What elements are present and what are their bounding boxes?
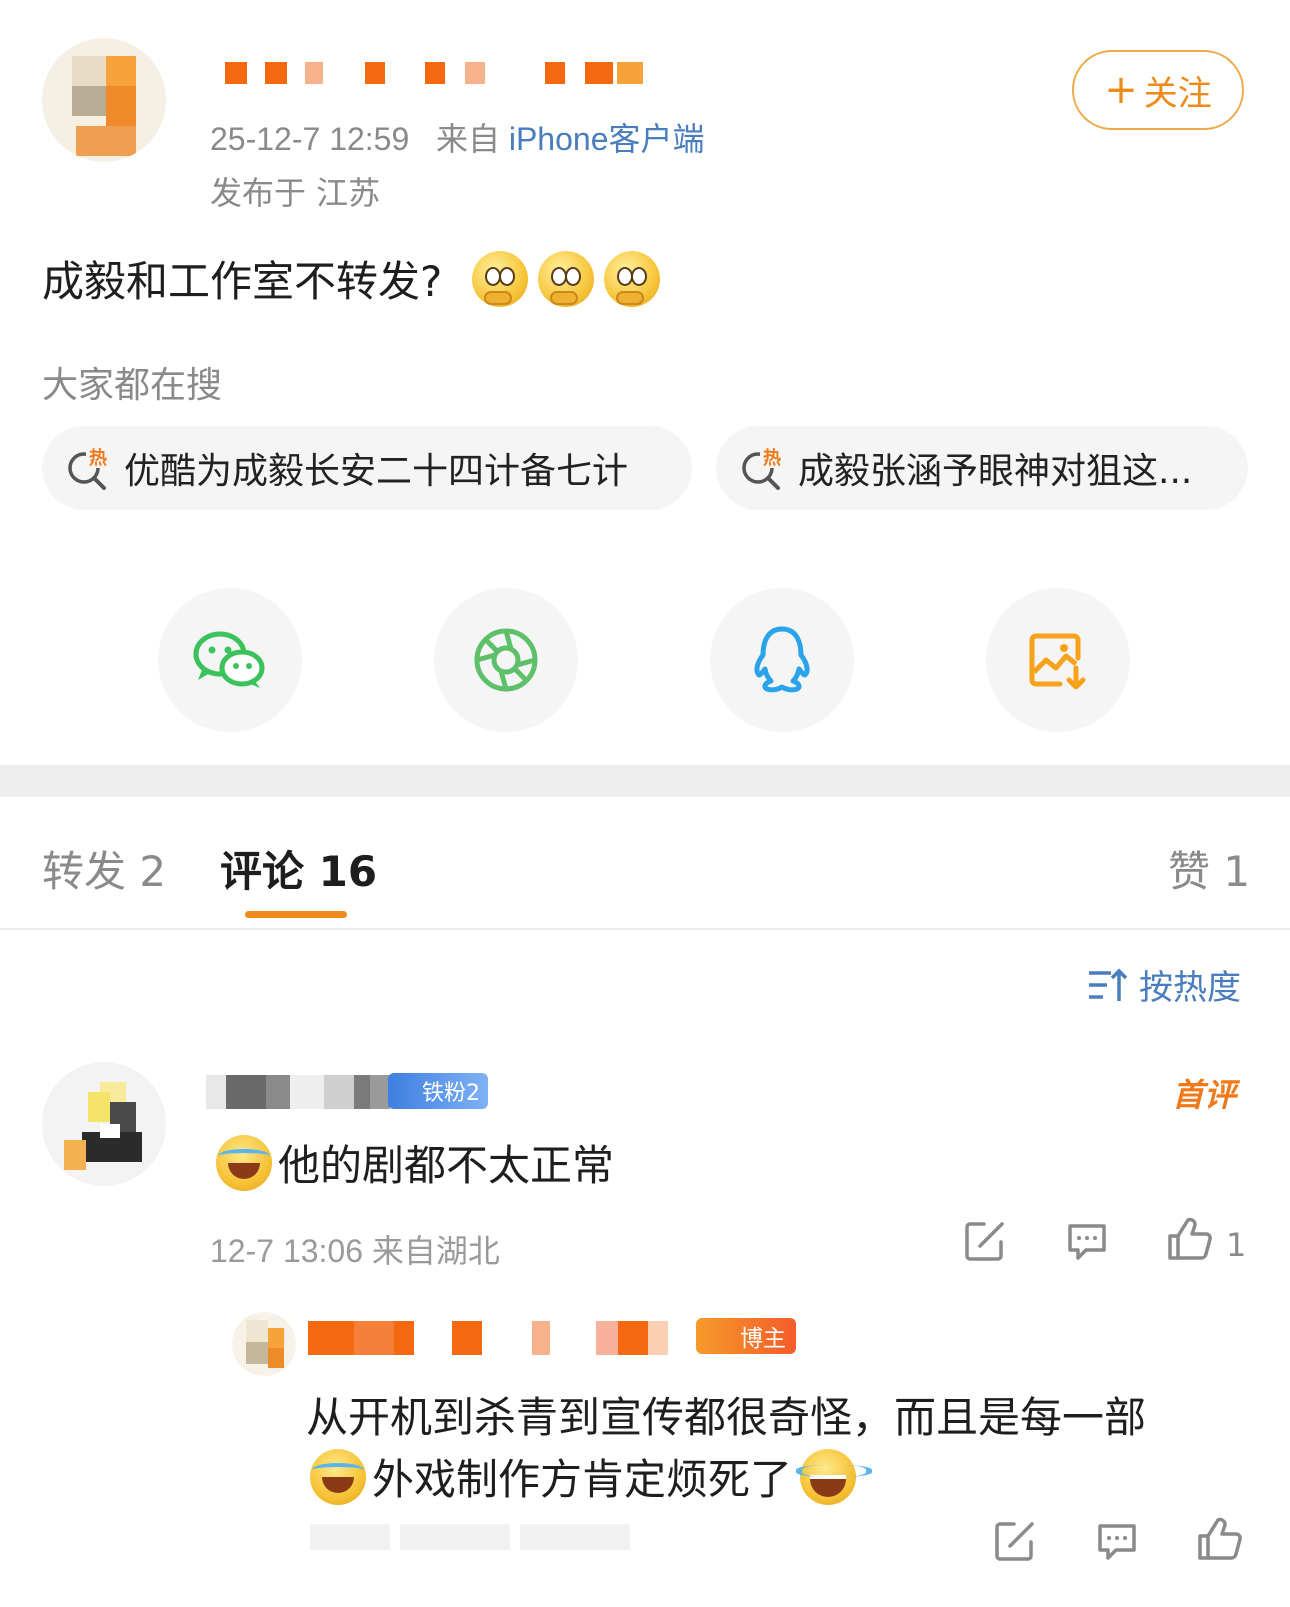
reply-body-line2: 外戏制作方肯定烦死了	[372, 1455, 793, 1504]
hot-search-icon: 热	[738, 444, 786, 492]
like-count: 1	[1226, 1226, 1247, 1264]
tab-comments[interactable]: 评论 16	[220, 838, 377, 899]
thinking-emoji-icon	[604, 250, 661, 307]
svg-text:热: 热	[763, 447, 781, 469]
thinking-emoji-icon	[472, 250, 529, 307]
thinking-emoji-icon	[538, 250, 595, 307]
plus-icon: +	[1104, 67, 1138, 113]
comment-icon[interactable]	[1066, 1220, 1108, 1262]
reply-text-line1: 从开机到杀青到宣传都很奇怪，而且是每一部	[306, 1393, 1147, 1442]
post-time: 25-12-7 12:59	[210, 121, 410, 157]
section-divider	[0, 765, 1290, 797]
wechat-icon	[193, 631, 265, 688]
share-moments-button[interactable]	[434, 588, 578, 732]
author-name[interactable]	[225, 58, 665, 84]
save-image-icon	[1029, 633, 1086, 690]
repost-icon[interactable]	[994, 1520, 1036, 1562]
post-location: 发布于 江苏	[210, 174, 381, 212]
post-source[interactable]: iPhone客户端	[509, 121, 705, 157]
like-icon[interactable]	[1196, 1516, 1242, 1562]
blogger-badge: 博主	[696, 1318, 796, 1354]
follow-button[interactable]: + 关注	[1072, 50, 1244, 130]
follow-label: 关注	[1143, 73, 1212, 114]
moments-icon	[474, 628, 538, 692]
tab-reposts[interactable]: 转发 2	[42, 838, 166, 899]
tab-divider	[0, 928, 1290, 930]
post-meta: 25-12-7 12:59 来自 iPhone客户端	[210, 114, 705, 160]
fan-level-badge: 铁粉2	[388, 1073, 488, 1109]
active-tab-indicator	[245, 911, 347, 918]
save-image-button[interactable]	[986, 588, 1130, 732]
svg-text:热: 热	[89, 447, 107, 469]
post-text: 成毅和工作室不转发?	[42, 248, 661, 309]
commenter-avatar[interactable]	[42, 1062, 166, 1186]
reply-author-name[interactable]	[308, 1318, 708, 1358]
share-wechat-button[interactable]	[158, 588, 302, 732]
sort-icon	[1089, 968, 1127, 1001]
comment-meta: 12-7 13:06 来自湖北	[210, 1233, 500, 1269]
trending-search-label: 优酷为成毅长安二十四计备七计	[124, 451, 629, 492]
comment-text: 他的剧都不太正常	[216, 1132, 614, 1193]
reply-text-line2: 外戏制作方肯定烦死了	[310, 1446, 873, 1507]
sort-button[interactable]: 按热度	[1087, 960, 1241, 1009]
laugh-cry-emoji-icon	[310, 1448, 366, 1505]
reply-meta	[310, 1518, 640, 1554]
share-qq-button[interactable]	[710, 588, 854, 732]
repost-icon[interactable]	[964, 1220, 1006, 1262]
comment-body: 他的剧都不太正常	[278, 1141, 615, 1190]
first-comment-badge: 首评	[1172, 1076, 1237, 1114]
like-icon[interactable]	[1166, 1216, 1212, 1262]
author-avatar[interactable]	[42, 38, 166, 162]
tab-likes[interactable]: 赞 1	[1168, 838, 1250, 899]
hot-search-icon: 热	[64, 444, 112, 492]
post-body: 成毅和工作室不转发?	[42, 257, 443, 306]
trending-search-title: 大家都在搜	[42, 365, 223, 406]
trending-search-item[interactable]: 热 成毅张涵予眼神对狙这...	[716, 426, 1248, 510]
laugh-cry-emoji-icon	[216, 1134, 272, 1191]
qq-icon	[754, 626, 810, 693]
tears-of-joy-emoji-icon	[796, 1448, 873, 1505]
reply-author-avatar[interactable]	[232, 1312, 296, 1376]
comment-icon[interactable]	[1096, 1520, 1138, 1562]
trending-search-item[interactable]: 热 优酷为成毅长安二十四计备七计	[42, 426, 692, 510]
trending-search-label: 成毅张涵予眼神对狙这...	[798, 451, 1193, 492]
post-source-prefix: 来自	[435, 121, 500, 157]
sort-label: 按热度	[1139, 968, 1241, 1008]
